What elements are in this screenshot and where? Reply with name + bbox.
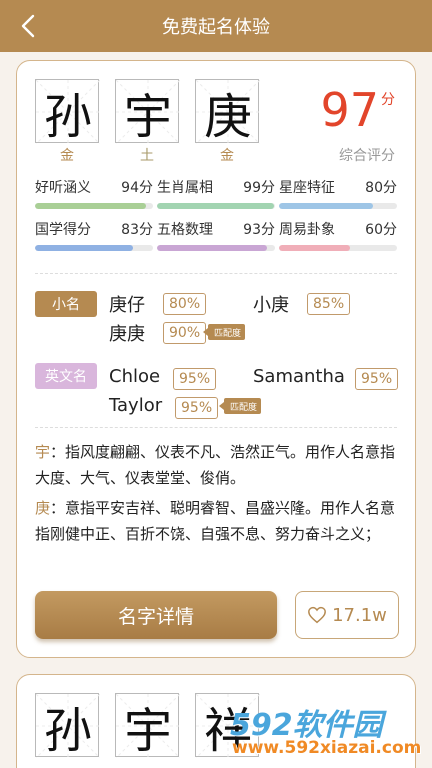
nickname-tag: 小名 [35,291,97,317]
watermark-url: www.592xiazai.com [232,738,422,758]
metric-bar-fill [157,245,267,251]
score-unit: 分 [381,92,395,108]
english-name-item[interactable]: Chloe [109,366,160,387]
metric-label: 好听涵义 [35,180,91,196]
english-name-item[interactable]: Taylor [109,395,162,416]
metric-label: 国学得分 [35,222,91,238]
metric-bar [35,203,153,209]
match-percent: 80% [163,293,207,315]
metric: 五格数理 93分 [157,219,275,251]
element-label: 金 [220,148,234,164]
metric-bar-fill [157,203,274,209]
metric-bar [157,245,275,251]
metric-bar-fill [279,245,350,251]
match-percent: 95% [173,368,217,390]
metric-value: 94分 [121,180,153,196]
name-char: 孙 [43,703,92,759]
metric-bar [279,245,397,251]
name-char: 宇 [123,703,172,759]
name-char: 宇 [123,89,172,145]
name-char: 庚 [203,89,252,145]
nickname-item[interactable]: 庚仔 [109,291,145,317]
metric: 国学得分 83分 [35,219,153,251]
metric-value: 93分 [243,222,275,238]
like-button[interactable]: 17.1w [295,591,399,639]
metric-value: 80分 [365,180,397,196]
meaning-text: ：意指平安吉祥、聪明睿智、昌盛兴隆。用作人名意指刚健中正、百折不饶、自强不息、努… [35,499,396,543]
metric-bar [279,203,397,209]
like-count: 17.1w [332,604,387,626]
back-button[interactable] [14,12,42,40]
name-char-box: 孙 [35,79,100,145]
match-percent: 95% [355,368,399,390]
metric: 好听涵义 94分 [35,177,153,209]
element-label: 土 [140,148,154,164]
name-char-box: 宇 [115,693,180,759]
name-char: 孙 [43,89,92,145]
name-result-card[interactable]: 孙 宇 庚 金 土 金 97 分 综合评分 好听涵义 94分 生肖属相 99分 星座… [16,60,416,658]
meaning-text: ：指风度翩翩、仪表不凡、浩然正气。用作人名意指大度、大气、仪表堂堂、俊俏。 [35,443,396,487]
metric-value: 60分 [365,222,397,238]
metric-bar-fill [279,203,374,209]
element-label: 金 [60,148,74,164]
heart-icon [308,606,327,624]
metric-bar [157,203,275,209]
match-percent: 95% [175,397,219,419]
metric-value: 83分 [121,222,153,238]
metric-label: 周易卦象 [279,222,335,238]
metric-value: 99分 [243,180,275,196]
divider [35,273,397,274]
english-name-tag: 英文名 [35,363,97,389]
top-bar: 免费起名体验 [0,0,432,52]
name-char-box: 孙 [35,693,100,759]
match-percent: 90% [163,322,207,344]
name-char-box: 庚 [195,79,260,145]
metric-bar-fill [35,203,146,209]
divider [35,427,397,428]
metric-label: 生肖属相 [157,180,213,196]
metric-label: 五格数理 [157,222,213,238]
match-label: 匹配度 [202,324,246,340]
watermark: 592软件园 www.592xiazai.com [226,700,432,768]
overall-score: 97 分 [320,87,395,133]
score-label: 综合评分 [339,148,395,164]
match-percent: 85% [307,293,351,315]
metric: 周易卦象 60分 [279,219,397,251]
char-meaning: 宇：指风度翩翩、仪表不凡、浩然正气。用作人名意指大度、大气、仪表堂堂、俊俏。 [35,439,399,491]
name-detail-button[interactable]: 名字详情 [35,591,277,639]
name-char-box: 宇 [115,79,180,145]
metric: 星座特征 80分 [279,177,397,209]
chevron-left-icon [21,14,35,38]
meaning-char: 庚 [35,499,51,517]
english-name-item[interactable]: Samantha [253,366,345,387]
metric-bar-fill [35,245,133,251]
score-value: 97 [320,83,379,137]
match-label: 匹配度 [218,398,262,414]
metric-bar [35,245,153,251]
nickname-item[interactable]: 庚庚 [109,320,145,346]
metric-label: 星座特征 [279,180,335,196]
page-title: 免费起名体验 [162,17,270,38]
char-meaning: 庚：意指平安吉祥、聪明睿智、昌盛兴隆。用作人名意指刚健中正、百折不饶、自强不息、… [35,495,399,547]
metric: 生肖属相 99分 [157,177,275,209]
nickname-item[interactable]: 小庚 [253,291,289,317]
meaning-char: 宇 [35,443,51,461]
